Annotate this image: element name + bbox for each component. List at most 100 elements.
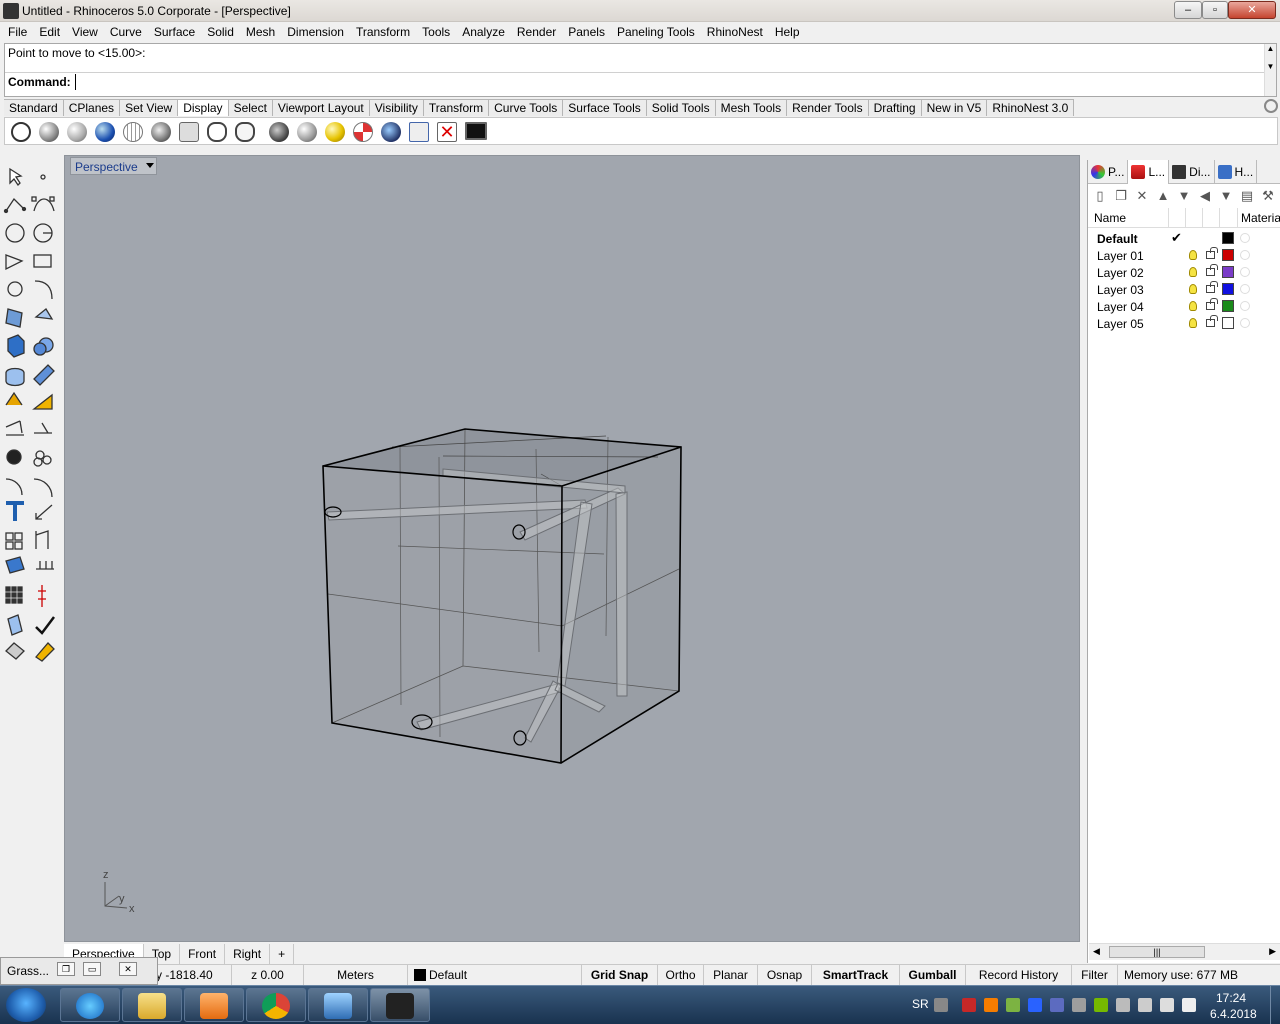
viewport-title[interactable]: Perspective xyxy=(70,157,157,175)
taskbar-photo-viewer[interactable] xyxy=(308,988,368,1022)
move-up-icon[interactable]: ▲ xyxy=(1155,188,1171,204)
menu-help[interactable]: Help xyxy=(769,22,806,42)
layer-material-icon[interactable] xyxy=(1240,301,1250,311)
restore-icon[interactable]: ❐ xyxy=(57,962,75,976)
panel-tab-help[interactable]: H... xyxy=(1215,160,1258,184)
taskbar-chrome[interactable] xyxy=(246,988,306,1022)
tab-visibility[interactable]: Visibility xyxy=(369,99,424,116)
rendered-sphere-icon[interactable] xyxy=(67,122,87,142)
maximize-icon[interactable]: ▭ xyxy=(83,962,101,976)
gumball-toggle[interactable]: Gumball xyxy=(900,965,966,986)
light-sphere-icon[interactable] xyxy=(325,122,345,142)
status-units[interactable]: Meters xyxy=(304,965,408,986)
tab-new-in-v5[interactable]: New in V5 xyxy=(921,99,988,116)
planar-toggle[interactable]: Planar xyxy=(704,965,758,986)
usb-icon[interactable] xyxy=(1072,998,1086,1012)
layer-color-swatch[interactable] xyxy=(1222,232,1234,244)
move-down-icon[interactable]: ▼ xyxy=(1176,188,1192,204)
env-map-icon[interactable] xyxy=(381,122,401,142)
layer-row[interactable]: Layer 03 xyxy=(1088,281,1280,298)
layer-color-swatch[interactable] xyxy=(1222,317,1234,329)
skype-icon[interactable] xyxy=(1028,998,1042,1012)
move-left-icon[interactable]: ◀ xyxy=(1197,188,1213,204)
material-sphere-icon[interactable] xyxy=(297,122,317,142)
language-indicator[interactable]: SR xyxy=(912,997,929,1011)
menu-view[interactable]: View xyxy=(66,22,104,42)
lightbulb-icon[interactable] xyxy=(1189,301,1197,311)
filter-icon[interactable]: ▼ xyxy=(1218,188,1234,204)
tab-set-view[interactable]: Set View xyxy=(120,99,179,116)
panel-tab-properties[interactable]: P... xyxy=(1088,160,1129,184)
taskbar-media-player[interactable] xyxy=(184,988,244,1022)
record-history-toggle[interactable]: Record History xyxy=(966,965,1072,986)
tools-icon[interactable]: ⚒ xyxy=(1260,188,1276,204)
keyboard-icon[interactable] xyxy=(934,998,948,1012)
ortho-toggle[interactable]: Ortho xyxy=(658,965,704,986)
minimize-button[interactable]: – xyxy=(1174,1,1202,19)
perspective-viewport[interactable]: z y x Perspective xyxy=(64,155,1080,942)
tab-select[interactable]: Select xyxy=(228,99,273,116)
filter-toggle[interactable]: Filter xyxy=(1072,965,1118,986)
layer-material-icon[interactable] xyxy=(1240,267,1250,277)
layer-row[interactable]: Layer 04 xyxy=(1088,298,1280,315)
panel-tab-layers[interactable]: L... xyxy=(1128,160,1170,184)
taskbar-internet-explorer[interactable] xyxy=(60,988,120,1022)
menu-tools[interactable]: Tools xyxy=(416,22,456,42)
menu-file[interactable]: File xyxy=(2,22,33,42)
arctic-view-icon[interactable] xyxy=(235,122,255,142)
menu-analyze[interactable]: Analyze xyxy=(456,22,511,42)
layer-material-icon[interactable] xyxy=(1240,318,1250,328)
smarttrack-toggle[interactable]: SmartTrack xyxy=(812,965,900,986)
lightbulb-icon[interactable] xyxy=(1189,267,1197,277)
menu-curve[interactable]: Curve xyxy=(104,22,148,42)
clock-time[interactable]: 17:24 xyxy=(1216,991,1246,1005)
menu-solid[interactable]: Solid xyxy=(201,22,240,42)
menu-surface[interactable]: Surface xyxy=(148,22,201,42)
power-icon[interactable] xyxy=(1138,998,1152,1012)
gear-icon[interactable] xyxy=(1264,99,1278,113)
view-tab-right[interactable]: Right xyxy=(225,944,271,964)
status-layer[interactable]: Default xyxy=(408,965,582,986)
close-icon[interactable]: ✕ xyxy=(119,962,137,976)
monitor-icon[interactable] xyxy=(465,122,487,140)
unlock-icon[interactable] xyxy=(1206,315,1218,327)
network-icon[interactable] xyxy=(1160,998,1174,1012)
tab-mesh-tools[interactable]: Mesh Tools xyxy=(715,99,788,116)
grid-snap-toggle[interactable]: Grid Snap xyxy=(582,965,658,986)
layer-row[interactable]: Layer 02 xyxy=(1088,264,1280,281)
tab-drafting[interactable]: Drafting xyxy=(868,99,922,116)
wireframe-sphere-icon[interactable] xyxy=(11,122,31,142)
add-view-tab-button[interactable]: + xyxy=(270,944,295,964)
ghosted-sphere-icon[interactable] xyxy=(95,122,115,142)
clock-date[interactable]: 6.4.2018 xyxy=(1210,1007,1257,1021)
action-center-icon[interactable] xyxy=(1116,998,1130,1012)
network-share-icon[interactable] xyxy=(1006,998,1020,1012)
menu-panels[interactable]: Panels xyxy=(562,22,611,42)
tab-viewport-layout[interactable]: Viewport Layout xyxy=(272,99,370,116)
layer-row[interactable]: Layer 05 xyxy=(1088,315,1280,332)
zebra-sphere-icon[interactable] xyxy=(353,122,373,142)
osnap-toggle[interactable]: Osnap xyxy=(758,965,812,986)
panel-tab-display[interactable]: Di... xyxy=(1169,160,1215,184)
tab-curve-tools[interactable]: Curve Tools xyxy=(489,99,564,116)
layer-color-swatch[interactable] xyxy=(1222,283,1234,295)
menu-transform[interactable]: Transform xyxy=(350,22,416,42)
column-name[interactable]: Name xyxy=(1094,211,1126,225)
menu-mesh[interactable]: Mesh xyxy=(240,22,281,42)
chevron-down-icon[interactable] xyxy=(145,163,154,168)
grasshopper-window[interactable]: Grass... ❐ ▭ ✕ xyxy=(0,957,158,985)
lightbulb-icon[interactable] xyxy=(1189,318,1197,328)
tab-transform[interactable]: Transform xyxy=(423,99,490,116)
delete-icon[interactable]: ✕ xyxy=(1134,188,1150,204)
start-button[interactable] xyxy=(6,988,46,1022)
technical-sphere-icon[interactable] xyxy=(151,122,171,142)
layer-material-icon[interactable] xyxy=(1240,233,1250,243)
unlock-icon[interactable] xyxy=(1206,298,1218,310)
panel-horizontal-scrollbar[interactable]: ◀ ||| ▶ xyxy=(1089,943,1280,960)
layer-material-icon[interactable] xyxy=(1240,250,1250,260)
tab-solid-tools[interactable]: Solid Tools xyxy=(646,99,716,116)
unlock-icon[interactable] xyxy=(1206,264,1218,276)
acrobat-icon[interactable] xyxy=(962,998,976,1012)
layer-color-swatch[interactable] xyxy=(1222,300,1234,312)
menu-render[interactable]: Render xyxy=(511,22,562,42)
